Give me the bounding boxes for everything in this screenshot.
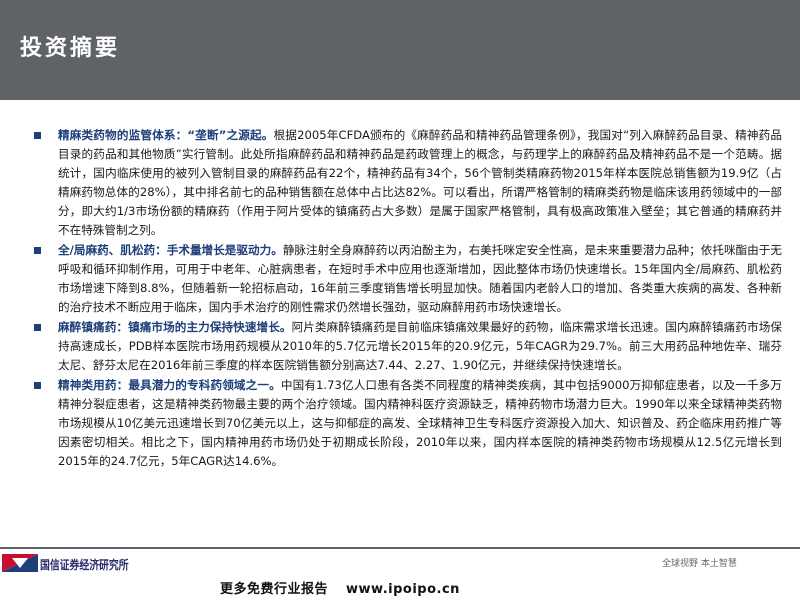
- square-bullet-icon: [34, 132, 41, 139]
- bullet-analgesics: 麻醉镇痛药：镇痛市场的主力保持快速增长。阿片类麻醉镇痛药是目前临床镇痛效果最好的…: [30, 318, 782, 375]
- footer-slogan: 全球视野 本土智慧: [662, 559, 737, 569]
- promo-link[interactable]: www.ipoipo.cn: [346, 582, 460, 597]
- square-bullet-icon: [34, 247, 41, 254]
- bullet-lead: 精麻类药物的监管体系：“垄断”之源起。: [58, 128, 274, 142]
- summary-content: 精麻类药物的监管体系：“垄断”之源起。根据2005年CFDA颁布的《麻醉药品和精…: [30, 126, 782, 472]
- promo-text: 更多免费行业报告: [220, 582, 329, 597]
- bullet-body: 根据2005年CFDA颁布的《麻醉药品和精神药品管理条例》，我国对“列入麻醉药品…: [58, 128, 782, 237]
- institute-name: 国信证券经济研究所: [40, 558, 129, 572]
- guosen-logo-icon: [2, 554, 38, 572]
- bullet-psychiatric: 精神类用药：最具潜力的专科药领域之一。中国有1.73亿人口患有各类不同程度的精神…: [30, 376, 782, 471]
- footer-divider: [0, 547, 800, 549]
- square-bullet-icon: [34, 382, 41, 389]
- bullet-lead: 麻醉镇痛药：镇痛市场的主力保持快速增长。: [58, 320, 292, 334]
- bullet-lead: 精神类用药：最具潜力的专科药领域之一。: [58, 378, 281, 392]
- title-bar: 投资摘要: [0, 0, 800, 100]
- square-bullet-icon: [34, 324, 41, 331]
- bullet-anesthetics: 全/局麻药、肌松药：手术量增长是驱动力。静脉注射全身麻醉药以丙泊酚主为，右美托咪…: [30, 241, 782, 317]
- bullet-lead: 全/局麻药、肌松药：手术量增长是驱动力。: [58, 243, 283, 257]
- slide-title: 投资摘要: [20, 36, 121, 61]
- bullet-regulation: 精麻类药物的监管体系：“垄断”之源起。根据2005年CFDA颁布的《麻醉药品和精…: [30, 126, 782, 240]
- promo-banner: 更多免费行业报告 www.ipoipo.cn: [220, 578, 460, 597]
